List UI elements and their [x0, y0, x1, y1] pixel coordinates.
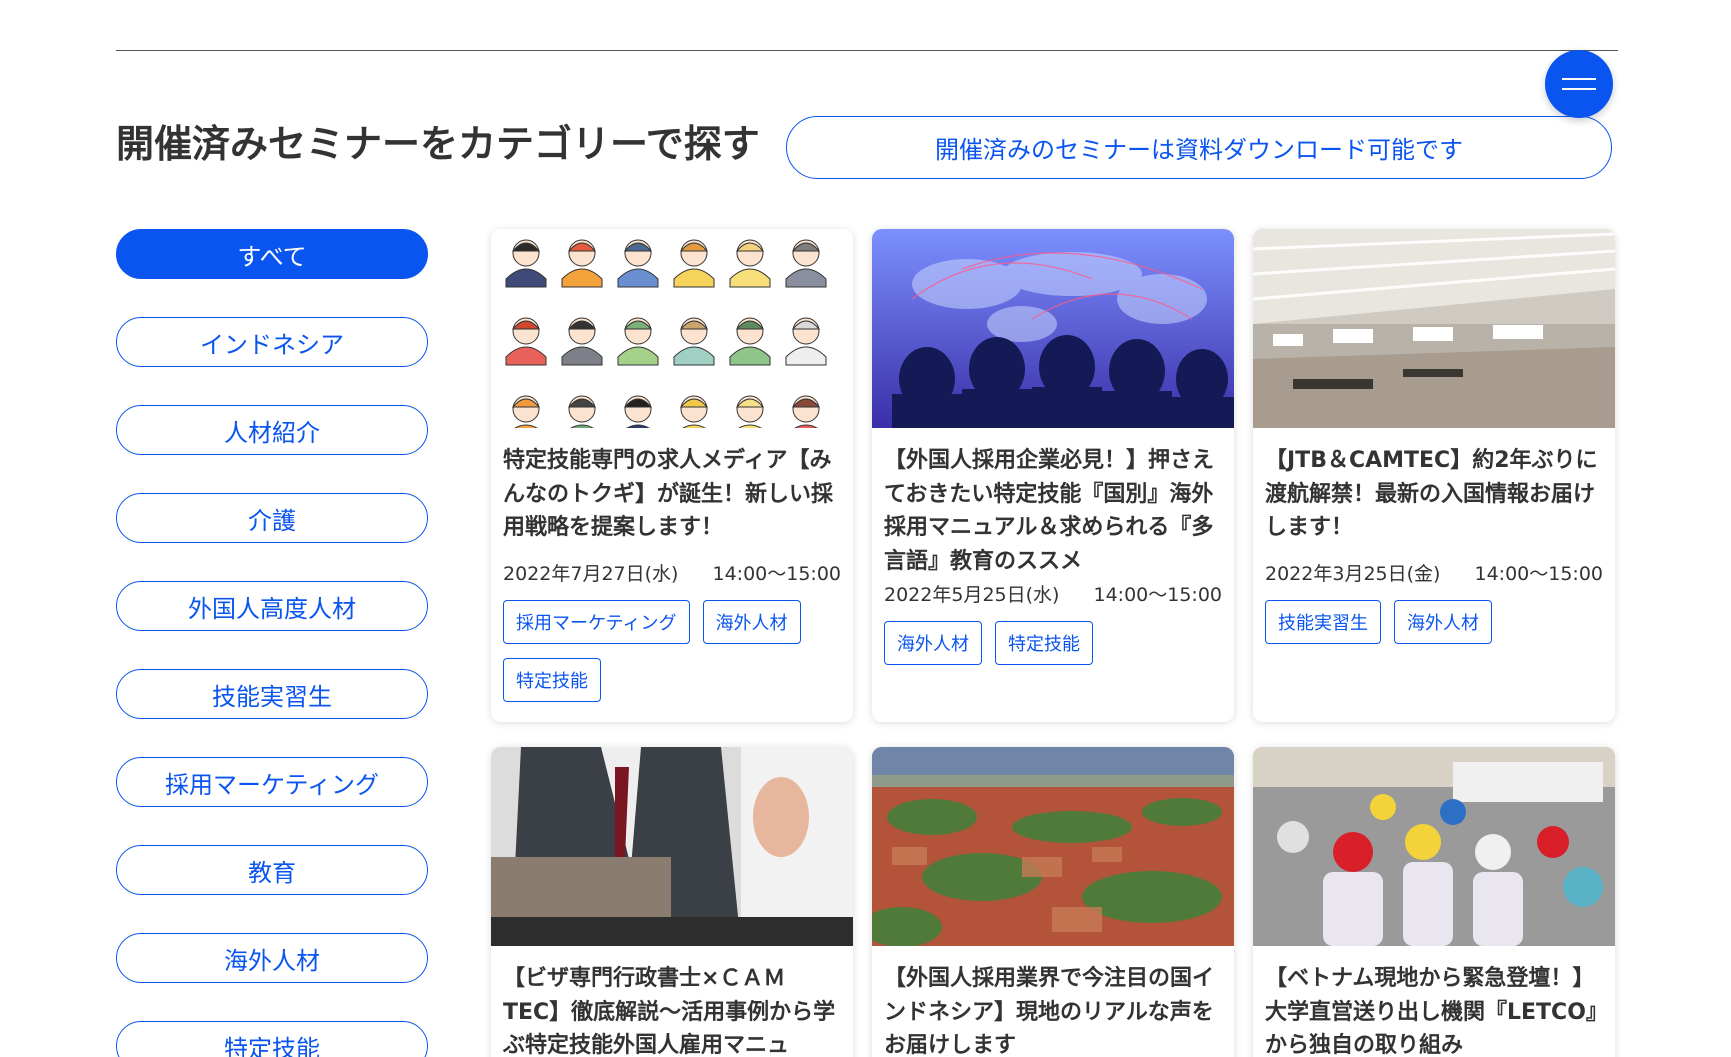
seminar-thumbnail-world-map [872, 229, 1234, 428]
seminar-datetime: 2022年3月25日(金) 14:00〜15:00 [1265, 559, 1603, 586]
seminar-tags: 技能実習生 海外人材 [1265, 599, 1603, 658]
seminar-datetime: 2022年7月27日(水) 14:00〜15:00 [503, 559, 841, 586]
category-technical-intern-button[interactable]: 技能実習生 [116, 669, 428, 719]
tag[interactable]: 特定技能 [995, 621, 1093, 665]
seminar-card[interactable]: 【外国人採用企業必見！】押さえておきたい特定技能『国別』海外採用マニュアル＆求め… [872, 229, 1234, 722]
seminar-thumbnail-people-icons [491, 229, 853, 428]
category-nursing-care-button[interactable]: 介護 [116, 493, 428, 543]
seminar-title: 【JTB＆CAMTEC】約2年ぶりに渡航解禁！最新の入国情報お届けします！ [1265, 448, 1598, 540]
seminar-thumbnail-city-aerial [872, 747, 1234, 946]
seminar-date: 2022年3月25日(金) [1265, 562, 1441, 585]
category-recruit-marketing-button[interactable]: 採用マーケティング [116, 757, 428, 807]
seminar-title: 【外国人採用企業必見！】押さえておきたい特定技能『国別』海外採用マニュアル＆求め… [884, 448, 1215, 574]
seminar-card[interactable]: 【ベトナム現地から緊急登壇！】大学直営送り出し機関『LETCO』から独自の取り組… [1253, 747, 1615, 1057]
seminar-date: 2022年7月27日(水) [503, 562, 679, 585]
seminar-time: 14:00〜15:00 [712, 562, 841, 585]
seminar-datetime: 2022年5月25日(水) 14:00〜15:00 [884, 580, 1222, 607]
seminar-thumbnail-airport [1253, 229, 1615, 428]
seminar-title: 【ビザ専門行政書士×ＣＡＭTEC】徹底解説〜活用事例から学ぶ特定技能外国人雇用マ… [503, 966, 836, 1057]
seminar-thumbnail-vietnam-traffic [1253, 747, 1615, 946]
seminar-time: 14:00〜15:00 [1474, 562, 1603, 585]
seminar-archive-page: 開催済みセミナーをカテゴリーで探す 開催済みのセミナーは資料ダウンロード可能です… [0, 0, 1731, 1057]
tag[interactable]: 海外人材 [884, 621, 982, 665]
tag[interactable]: 技能実習生 [1265, 599, 1381, 644]
category-sidebar: すべて インドネシア 人材紹介 介護 外国人高度人材 技能実習生 採用マーケティ… [116, 229, 428, 1057]
tag[interactable]: 海外人材 [1394, 599, 1492, 644]
tag[interactable]: 採用マーケティング [503, 599, 690, 644]
top-divider [116, 50, 1618, 51]
seminar-thumbnail-businessman [491, 747, 853, 946]
tag[interactable]: 特定技能 [503, 657, 601, 702]
seminar-title: 【ベトナム現地から緊急登壇！】大学直営送り出し機関『LETCO』から独自の取り組… [1265, 966, 1597, 1057]
download-notice-link[interactable]: 開催済みのセミナーは資料ダウンロード可能です [786, 116, 1612, 179]
category-recruitment-agency-button[interactable]: 人材紹介 [116, 405, 428, 455]
seminar-tags: 採用マーケティング 海外人材 特定技能 [503, 599, 841, 716]
seminar-card[interactable]: 【外国人採用業界で今注目の国インドネシア】現地のリアルな声をお届けします [872, 747, 1234, 1057]
menu-button[interactable] [1545, 50, 1613, 118]
tag[interactable]: 海外人材 [702, 599, 801, 644]
seminar-date: 2022年5月25日(水) [884, 584, 1060, 606]
seminar-tags: 海外人材 特定技能 [884, 621, 1222, 679]
section-heading: 開催済みセミナーをカテゴリーで探す [116, 122, 760, 166]
seminar-card[interactable]: 特定技能専門の求人メディア【みんなのトクギ】が誕生！新しい採用戦略を提案します！… [491, 229, 853, 722]
category-education-button[interactable]: 教育 [116, 845, 428, 895]
seminar-time: 14:00〜15:00 [1093, 584, 1222, 606]
category-highly-skilled-button[interactable]: 外国人高度人材 [116, 581, 428, 631]
category-all-button[interactable]: すべて [116, 229, 428, 279]
seminar-title: 特定技能専門の求人メディア【みんなのトクギ】が誕生！新しい採用戦略を提案します！ [503, 448, 834, 540]
seminar-card[interactable]: 【JTB＆CAMTEC】約2年ぶりに渡航解禁！最新の入国情報お届けします！ 20… [1253, 229, 1615, 722]
category-specified-skilled-button[interactable]: 特定技能 [116, 1021, 428, 1057]
seminar-title: 【外国人採用業界で今注目の国インドネシア】現地のリアルな声をお届けします [884, 966, 1215, 1057]
category-overseas-talent-button[interactable]: 海外人材 [116, 933, 428, 983]
category-indonesia-button[interactable]: インドネシア [116, 317, 428, 367]
seminar-card[interactable]: 【ビザ専門行政書士×ＣＡＭTEC】徹底解説〜活用事例から学ぶ特定技能外国人雇用マ… [491, 747, 853, 1057]
